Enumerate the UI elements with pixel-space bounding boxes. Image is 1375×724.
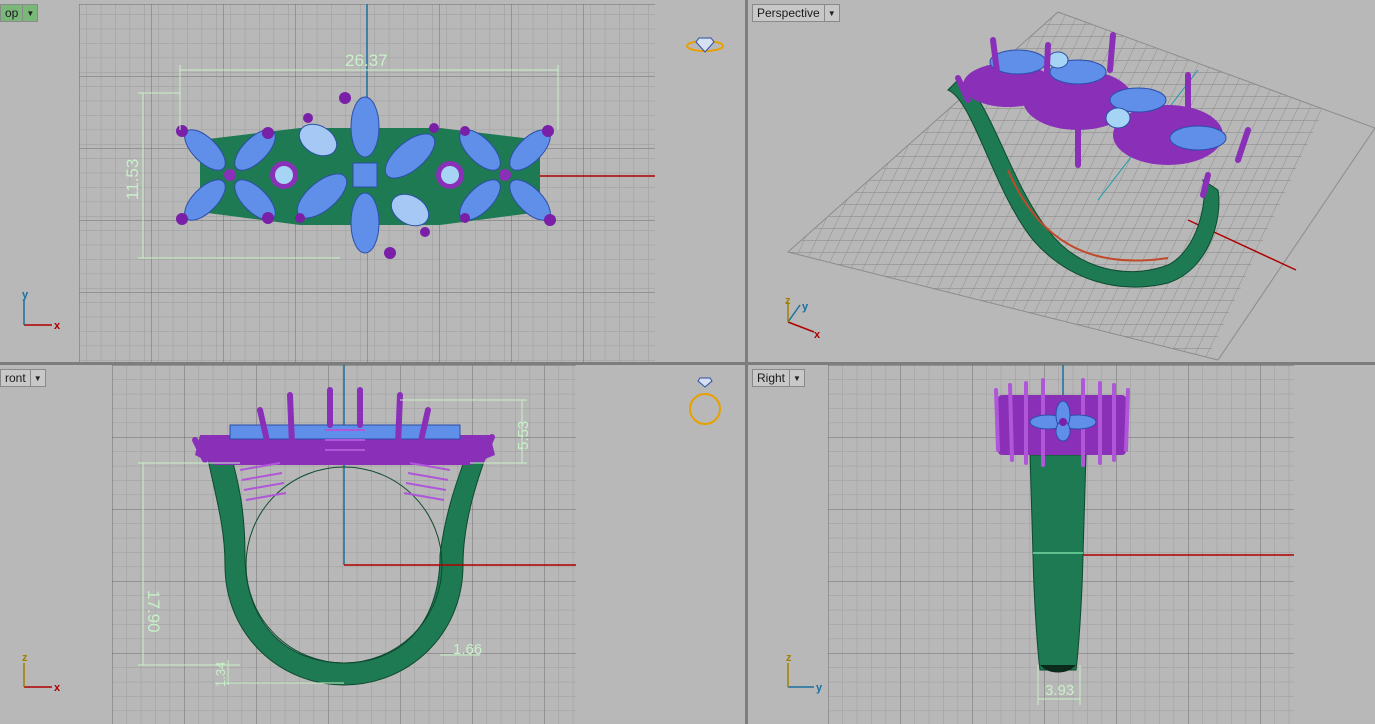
svg-text:y: y [816,682,823,694]
svg-text:z: z [22,652,28,664]
chevron-down-icon[interactable]: ▼ [789,370,804,386]
chevron-down-icon[interactable]: ▼ [22,5,37,21]
viewport-top[interactable]: 26.37 11.53 x y op ▼ [0,0,745,362]
dimension-top-label: 5.53 [515,421,532,450]
viewport-right-label[interactable]: Right ▼ [752,369,806,387]
svg-text:y: y [22,289,29,301]
viewport-perspective-label[interactable]: Perspective ▼ [752,4,840,22]
viewport-perspective[interactable]: x y z Perspective ▼ [748,0,1375,362]
svg-text:x: x [54,320,61,332]
right-view-canvas[interactable]: 3.93 y z [748,365,1375,724]
front-view-canvas[interactable]: 17.90 5.53 1.66 1.34 x z [0,365,745,724]
dimension-width-label: 3.93 [1045,682,1074,699]
svg-text:x: x [814,329,821,341]
svg-text:y: y [802,301,809,313]
ring-icon[interactable] [689,377,721,425]
viewport-front[interactable]: 17.90 5.53 1.66 1.34 x z ront ▼ [0,365,745,724]
top-view-canvas[interactable]: 26.37 11.53 x y [0,0,745,362]
perspective-view-canvas[interactable]: x y z [748,0,1375,362]
diamond-ring-icon[interactable] [686,37,724,53]
dimension-height-label: 17.90 [144,590,163,633]
svg-text:z: z [785,295,791,307]
svg-text:z: z [786,652,792,664]
dimension-height-label: 11.53 [123,159,142,200]
dimension-width-label: 26.37 [345,51,388,70]
dimension-band-label: 1.66 [453,641,482,658]
dimension-bottom-label: 1.34 [213,662,228,687]
viewport-right[interactable]: 3.93 y z Right ▼ [748,365,1375,724]
chevron-down-icon[interactable]: ▼ [29,370,45,386]
viewport-front-label[interactable]: ront ▼ [0,369,46,387]
chevron-down-icon[interactable]: ▼ [823,5,839,21]
viewport-top-label[interactable]: op ▼ [0,4,39,22]
svg-text:x: x [54,682,61,694]
